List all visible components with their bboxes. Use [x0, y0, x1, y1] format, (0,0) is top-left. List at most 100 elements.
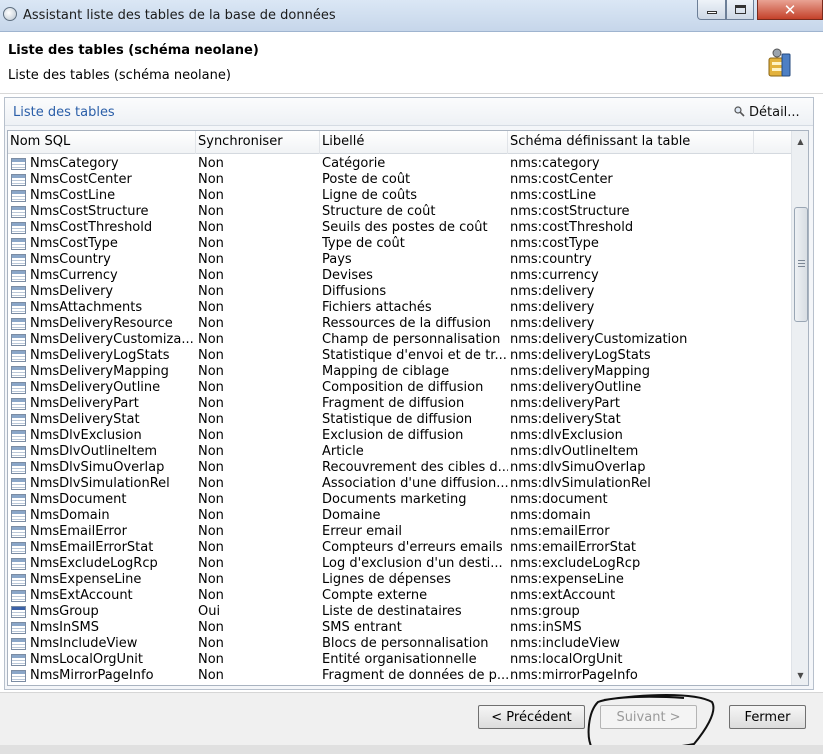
- schema-cell: nms:delivery: [510, 300, 595, 315]
- window-bottom-edge: [0, 745, 823, 754]
- sql-name-cell: NmsCostLine: [30, 188, 116, 203]
- table-row[interactable]: NmsDlvOutlineItem Non Article nms:dlvOutlin…: [8, 444, 791, 460]
- table-row[interactable]: NmsCostCenter Non Poste de coût nms:costCen…: [8, 172, 791, 188]
- close-window-button[interactable]: ✕: [757, 0, 823, 20]
- table-icon: [11, 670, 26, 682]
- label-cell: Article: [322, 444, 364, 459]
- label-cell: Domaine: [322, 508, 381, 523]
- table-row[interactable]: NmsIncludeView Non Blocs de personnalisati…: [8, 636, 791, 652]
- column-sql-name[interactable]: Nom SQL: [10, 134, 70, 149]
- sql-name-cell: NmsGroup: [30, 604, 99, 619]
- table-row[interactable]: NmsCountry Non Pays nms:country: [8, 252, 791, 268]
- table-icon: [11, 606, 26, 618]
- table-row[interactable]: NmsCostStructure Non Structure de coût nms:…: [8, 204, 791, 220]
- table-row[interactable]: NmsExpenseLine Non Lignes de dépenses nms:e…: [8, 572, 791, 588]
- database-tools-icon: [768, 48, 791, 77]
- sync-cell: Non: [198, 444, 224, 459]
- app-icon: [3, 7, 17, 21]
- tables-list[interactable]: Nom SQL Synchroniser Libellé Schéma défi…: [7, 130, 809, 686]
- table-row[interactable]: NmsDelivery Non Diffusions nms:delivery: [8, 284, 791, 300]
- sql-name-cell: NmsCostCenter: [30, 172, 132, 187]
- table-icon: [11, 542, 26, 554]
- column-divider[interactable]: [319, 131, 320, 154]
- column-label[interactable]: Libellé: [322, 134, 364, 149]
- sql-name-cell: NmsIncludeView: [30, 636, 138, 651]
- vertical-scrollbar[interactable]: ▲ ▼: [791, 131, 808, 685]
- label-cell: Compteurs d'erreurs emails: [322, 540, 503, 555]
- table-row[interactable]: NmsAttachments Non Fichiers attachés nms:de…: [8, 300, 791, 316]
- table-row[interactable]: NmsDomain Non Domaine nms:domain: [8, 508, 791, 524]
- column-divider[interactable]: [753, 131, 754, 154]
- table-row[interactable]: NmsDeliveryStat Non Statistique de diffusi…: [8, 412, 791, 428]
- sync-cell: Non: [198, 652, 224, 667]
- sync-cell: Non: [198, 300, 224, 315]
- table-row[interactable]: NmsDlvExclusion Non Exclusion de diffusion…: [8, 428, 791, 444]
- sql-name-cell: NmsDlvOutlineItem: [30, 444, 158, 459]
- scroll-up-arrow-icon[interactable]: ▲: [792, 133, 808, 149]
- table-row[interactable]: NmsDeliveryResource Non Ressources de la d…: [8, 316, 791, 332]
- table-row[interactable]: NmsExtAccount Non Compte externe nms:extAcc…: [8, 588, 791, 604]
- table-row[interactable]: NmsExcludeLogRcp Non Log d'exclusion d'un …: [8, 556, 791, 572]
- sql-name-cell: NmsExtAccount: [30, 588, 133, 603]
- minimize-button[interactable]: [697, 0, 726, 20]
- table-row[interactable]: NmsDeliveryPart Non Fragment de diffusion n…: [8, 396, 791, 412]
- table-row[interactable]: NmsCategory Non Catégorie nms:category: [8, 156, 791, 172]
- table-icon: [11, 558, 26, 570]
- label-cell: Erreur email: [322, 524, 402, 539]
- grip-icon: [798, 260, 805, 267]
- sync-cell: Non: [198, 556, 224, 571]
- sync-cell: Non: [198, 412, 224, 427]
- label-cell: Poste de coût: [322, 172, 411, 187]
- table-row[interactable]: NmsMirrorPageInfo Non Fragment de données …: [8, 668, 791, 684]
- sync-cell: Non: [198, 284, 224, 299]
- sql-name-cell: NmsDeliveryCustomiza...: [30, 332, 194, 347]
- scroll-down-arrow-icon[interactable]: ▼: [792, 667, 808, 683]
- table-row[interactable]: NmsEmailErrorStat Non Compteurs d'erreurs …: [8, 540, 791, 556]
- sql-name-cell: NmsDlvSimulationRel: [30, 476, 170, 491]
- sql-name-cell: NmsDocument: [30, 492, 127, 507]
- sync-cell: Non: [198, 348, 224, 363]
- detail-button[interactable]: Détail...: [734, 105, 800, 120]
- schema-cell: nms:currency: [510, 268, 599, 283]
- sync-cell: Non: [198, 572, 224, 587]
- table-row[interactable]: NmsCurrency Non Devises nms:currency: [8, 268, 791, 284]
- sql-name-cell: NmsLocalOrgUnit: [30, 652, 143, 667]
- table-row[interactable]: NmsCostType Non Type de coût nms:costType: [8, 236, 791, 252]
- scrollbar-thumb[interactable]: [794, 207, 808, 322]
- maximize-button[interactable]: [726, 0, 754, 20]
- magnifier-icon: [734, 106, 745, 117]
- column-divider[interactable]: [195, 131, 196, 154]
- panel-header: Liste des tables Détail...: [5, 98, 813, 126]
- column-schema[interactable]: Schéma définissant la table: [510, 134, 690, 149]
- column-divider[interactable]: [507, 131, 508, 154]
- table-row[interactable]: NmsCostThreshold Non Seuils des postes de …: [8, 220, 791, 236]
- label-cell: Champ de personnalisation: [322, 332, 501, 347]
- table-row[interactable]: NmsEmailError Non Erreur email nms:emailErr…: [8, 524, 791, 540]
- sql-name-cell: NmsDeliveryStat: [30, 412, 140, 427]
- table-row[interactable]: NmsDocument Non Documents marketing nms:doc…: [8, 492, 791, 508]
- table-icon: [11, 414, 26, 426]
- page-title: Liste des tables (schéma neolane): [8, 43, 259, 58]
- table-row[interactable]: NmsDeliveryOutline Non Composition de diff…: [8, 380, 791, 396]
- schema-cell: nms:dlvSimuOverlap: [510, 460, 646, 475]
- sql-name-cell: NmsCostThreshold: [30, 220, 153, 235]
- column-sync[interactable]: Synchroniser: [198, 134, 283, 149]
- table-row[interactable]: NmsDeliveryMapping Non Mapping de ciblage n…: [8, 364, 791, 380]
- table-row[interactable]: NmsDeliveryLogStats Non Statistique d'envo…: [8, 348, 791, 364]
- table-row[interactable]: NmsDeliveryCustomiza... Non Champ de perso…: [8, 332, 791, 348]
- label-cell: Fragment de diffusion: [322, 396, 465, 411]
- table-row[interactable]: NmsCostLine Non Ligne de coûts nms:costLine: [8, 188, 791, 204]
- table-row[interactable]: NmsDlvSimulationRel Non Association d'une …: [8, 476, 791, 492]
- table-row[interactable]: NmsLocalOrgUnit Non Entité organisationnel…: [8, 652, 791, 668]
- sync-cell: Oui: [198, 604, 221, 619]
- table-row[interactable]: NmsInSMS Non SMS entrant nms:inSMS: [8, 620, 791, 636]
- label-cell: Fragment de données de p...: [322, 668, 508, 683]
- sync-cell: Non: [198, 540, 224, 555]
- previous-button[interactable]: < Précédent: [478, 705, 585, 729]
- table-row[interactable]: NmsGroup Oui Liste de destinataires nms:gro…: [8, 604, 791, 620]
- sync-cell: Non: [198, 492, 224, 507]
- table-row[interactable]: NmsDlvSimuOverlap Non Recouvrement des cib…: [8, 460, 791, 476]
- close-button[interactable]: Fermer: [729, 705, 806, 729]
- schema-cell: nms:domain: [510, 508, 591, 523]
- label-cell: Statistique de diffusion: [322, 412, 473, 427]
